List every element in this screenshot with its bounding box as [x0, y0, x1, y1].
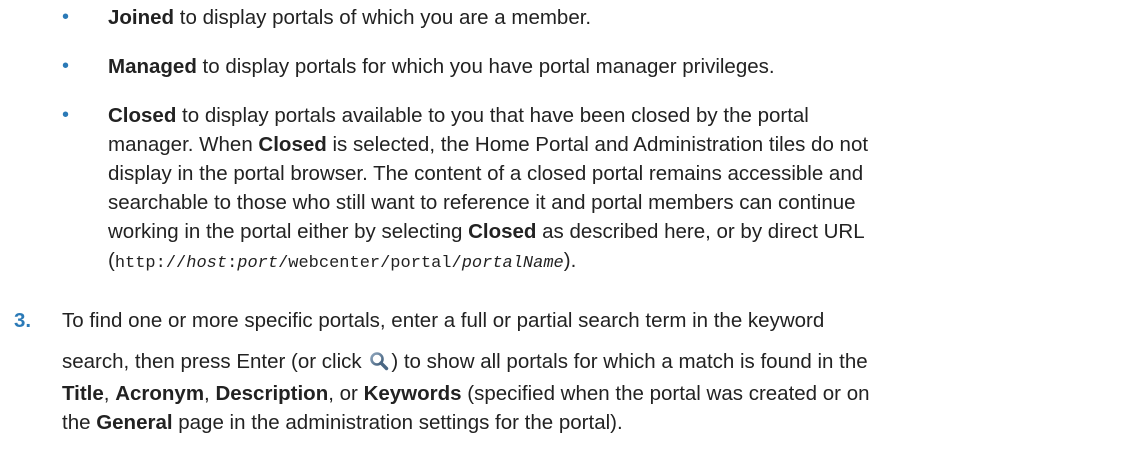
term-description: Description [215, 382, 329, 405]
closed-line-2: manager. When Closed is selected, the Ho… [108, 133, 869, 156]
term-keywords: Keywords [363, 382, 462, 405]
term-title: Title [62, 382, 104, 405]
term-acronym: Acronym [115, 382, 205, 405]
closed-line-6: (http://host:port/webcenter/portal/porta… [108, 249, 577, 273]
step3-line-1: To find one or more specific portals, en… [62, 309, 825, 332]
search-icon [369, 350, 389, 379]
term-closed: Closed [258, 133, 327, 156]
term-closed: Closed [468, 220, 537, 243]
document-page: • Joined to display portals of which you… [0, 0, 1124, 453]
term-managed: Managed [108, 55, 197, 78]
bullet-marker: • [62, 55, 70, 77]
list-item-text: Joined to display portals of which you a… [108, 6, 592, 29]
step3-line-4: the General page in the administration s… [62, 411, 623, 434]
bullet-marker: • [62, 104, 70, 126]
list-item-text: Closed to display portals available to y… [108, 101, 1108, 278]
closed-line-5: working in the portal either by selectin… [108, 220, 865, 243]
step-number: 3. [14, 309, 32, 332]
step-text: To find one or more specific portals, en… [62, 306, 1122, 437]
term-general: General [96, 411, 173, 434]
step3-line-3: Title, Acronym, Description, or Keywords… [62, 382, 870, 405]
bullet-marker: • [62, 6, 70, 28]
term-joined: Joined [108, 6, 175, 29]
term-closed: Closed [108, 104, 177, 127]
closed-line-3: display in the portal browser. The conte… [108, 162, 864, 185]
list-item-text: Managed to display portals for which you… [108, 55, 775, 78]
portal-url: http://host:port/webcenter/portal/portal… [114, 254, 564, 273]
closed-line-1: Closed to display portals available to y… [108, 104, 809, 127]
closed-line-4: searchable to those who still want to re… [108, 191, 856, 214]
step3-line-2: search, then press Enter (or click ) to … [62, 347, 1122, 379]
